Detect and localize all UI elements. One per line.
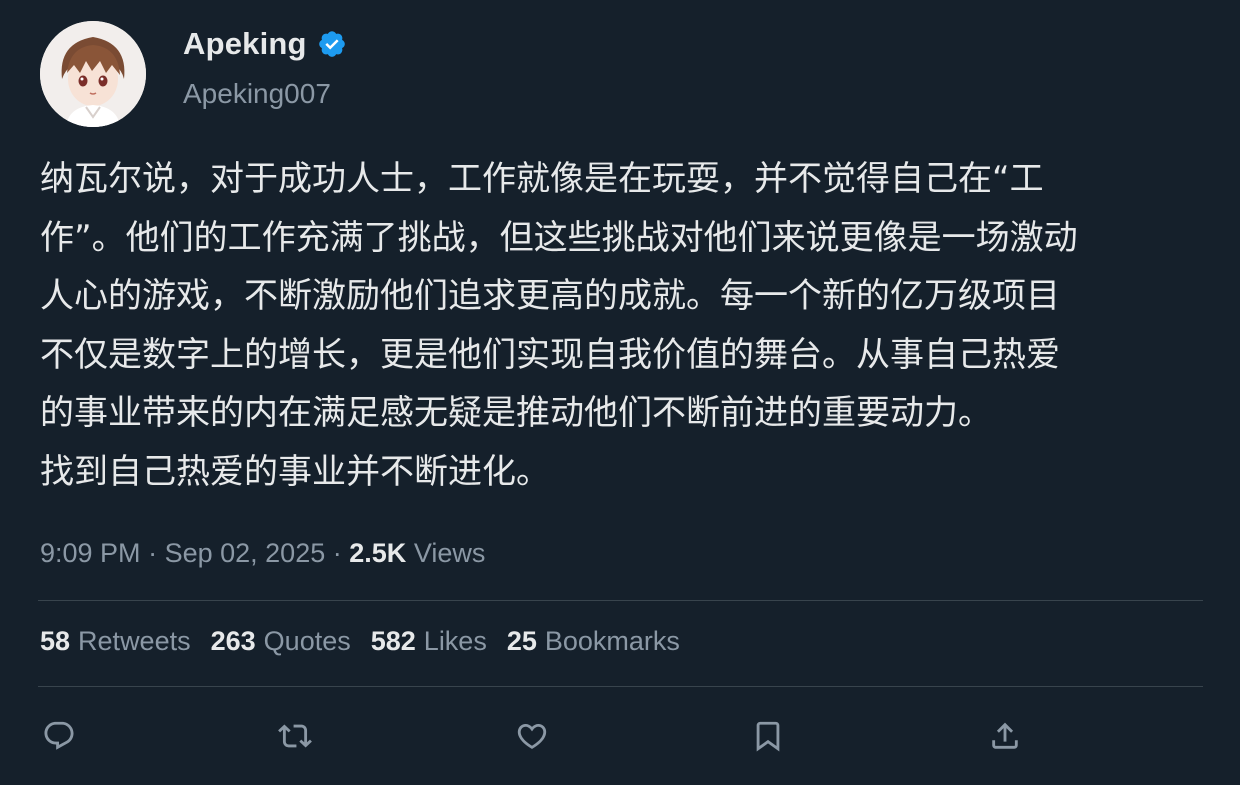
avatar-image: [40, 21, 146, 127]
share-button[interactable]: [985, 716, 1025, 756]
bookmark-button[interactable]: [748, 716, 788, 756]
meta-separator: ·: [332, 538, 350, 568]
verified-badge-icon: [317, 29, 347, 59]
stat-quotes[interactable]: 263 Quotes: [211, 626, 351, 657]
tweet-card: Apeking Apeking007 纳瓦尔说，对于成功人士，工作就像是在玩耍，…: [0, 0, 1240, 785]
share-icon: [992, 722, 1018, 749]
author-display-name[interactable]: Apeking: [183, 26, 307, 62]
avatar[interactable]: [40, 21, 146, 127]
stat-label: Quotes: [263, 626, 351, 656]
stat-likes[interactable]: 582 Likes: [371, 626, 487, 657]
tweet-text-line: 人心的游戏，不断激励他们追求更高的成就。每一个新的亿万级项目: [40, 276, 1060, 316]
meta-separator: ·: [148, 538, 165, 568]
retweet-button[interactable]: [275, 716, 315, 756]
stat-count: 582: [370, 626, 416, 656]
tweet-time[interactable]: 9:09 PM: [40, 538, 141, 568]
reply-button[interactable]: [39, 716, 79, 756]
stat-label: Retweets: [78, 626, 191, 656]
engagement-stats: 58 Retweets 263 Quotes 582 Likes 25 Bookmark…: [40, 626, 680, 657]
reply-icon: [44, 721, 74, 750]
stat-bookmarks[interactable]: 25 Bookmarks: [507, 626, 680, 657]
views-label: Views: [413, 538, 486, 568]
tweet-date[interactable]: Sep 02, 2025: [165, 538, 326, 568]
author-handle[interactable]: Apeking007: [183, 78, 331, 110]
like-button[interactable]: [512, 716, 552, 756]
tweet-text-line: 不仅是数字上的增长，更是他们实现自我价值的舞台。从事自己热爱: [40, 334, 1060, 375]
tweet-text: 纳瓦尔说，对于成功人士，工作就像是在玩耍，并不觉得自己在“工 作”。他们的工作充…: [40, 150, 1210, 501]
tweet-text-line: 纳瓦尔说，对于成功人士，工作就像是在玩耍，并不觉得自己在“工: [40, 159, 1044, 199]
tweet-meta: 9:09 PM · Sep 02, 2025 · 2.5K Views: [40, 538, 485, 569]
stat-count: 25: [506, 626, 537, 656]
stat-count: 58: [40, 626, 71, 656]
stat-retweets[interactable]: 58 Retweets: [40, 626, 191, 657]
tweet-text-line: 的事业带来的内在满足感无疑是推动他们不断前进的重要动力。: [40, 393, 992, 433]
like-icon: [517, 723, 547, 749]
bookmark-icon: [756, 721, 780, 752]
views-count: 2.5K: [349, 538, 407, 568]
retweet-icon: [278, 724, 312, 748]
divider: [38, 600, 1203, 601]
stat-label: Bookmarks: [544, 626, 680, 656]
stat-label: Likes: [423, 626, 487, 656]
stat-count: 263: [210, 626, 256, 656]
tweet-text-line: 作”。他们的工作充满了挑战，但这些挑战对他们来说更像是一场激动: [40, 217, 1078, 258]
divider: [38, 686, 1203, 687]
tweet-text-line: 找到自己热爱的事业并不断进化。: [40, 451, 550, 492]
author-name-row: Apeking: [183, 26, 347, 62]
